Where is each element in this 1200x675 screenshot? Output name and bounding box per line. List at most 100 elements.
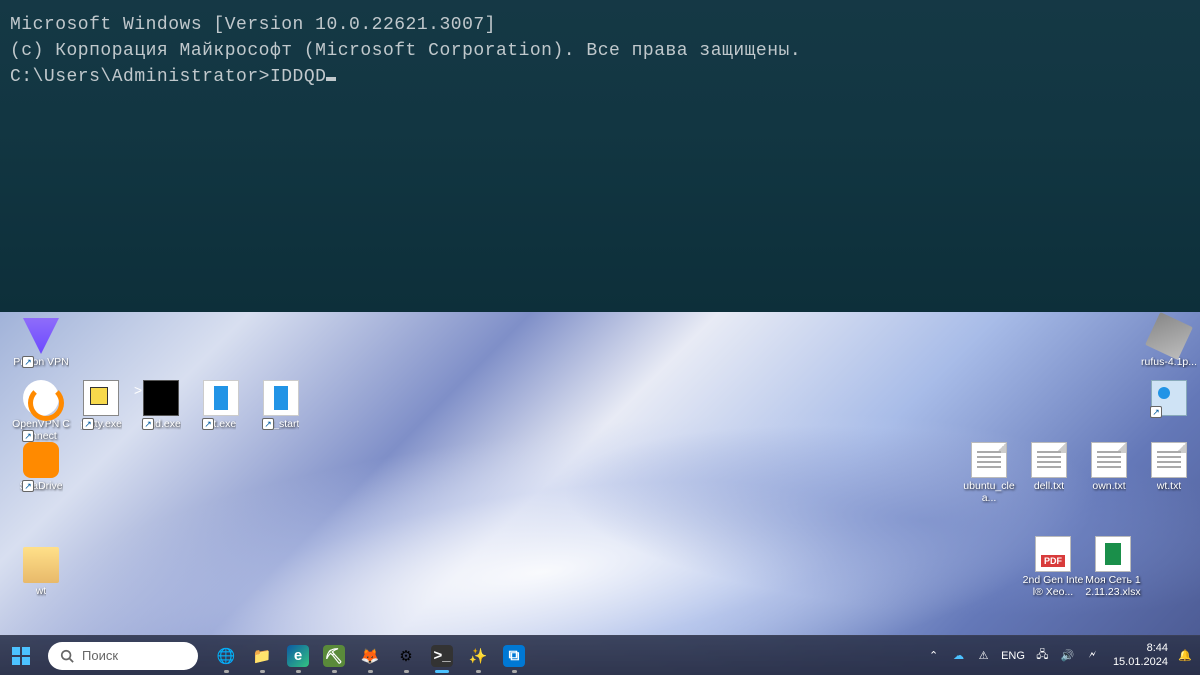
terminal-input[interactable]: IDDQD <box>270 67 327 87</box>
taskbar-apps: 🌐 📁 e ⛏ 🦊 ⚙ >_ ✨ ⧉ <box>208 636 532 675</box>
clock-date: 15.01.2024 <box>1113 656 1168 669</box>
tray-chevron[interactable]: ⌃ <box>921 636 946 675</box>
active-indicator <box>296 670 301 673</box>
icon-label: rufus-4.1p... <box>1141 356 1197 368</box>
terminal-window[interactable]: Microsoft Windows [Version 10.0.22621.30… <box>0 0 1200 312</box>
shortcut-arrow-icon: ↗ <box>22 430 34 442</box>
tray-language[interactable]: ENG <box>996 636 1030 675</box>
edge-alt-icon: 🌐 <box>215 645 237 667</box>
tray-onedrive[interactable]: ☁ <box>946 636 971 675</box>
shortcut-arrow-icon: ↗ <box>1150 406 1162 418</box>
shield-icon: ⚠ <box>976 648 991 663</box>
desktop-icon-cmd[interactable]: ↗cmd.exe <box>130 380 192 430</box>
desktop-icon-wt-folder[interactable]: wt <box>10 547 72 597</box>
terminal-prompt: C:\Users\Administrator> <box>10 67 270 87</box>
taskbar-app-edge[interactable]: e <box>280 636 316 675</box>
network-icon: 🖧 <box>1035 648 1050 663</box>
active-indicator <box>404 670 409 673</box>
firefox-icon: 🦊 <box>359 645 381 667</box>
icon-label: OpenVPN Connect <box>10 418 72 442</box>
taskbar-app-terminal[interactable]: >_ <box>424 636 460 675</box>
desktop-icon-openvpn-connect[interactable]: ↗OpenVPN Connect <box>10 380 72 442</box>
terminal-line: Microsoft Windows [Version 10.0.22621.30… <box>10 12 1190 38</box>
icon-label: ubuntu_clea... <box>958 480 1020 504</box>
terminal-icon: >_ <box>431 645 453 667</box>
desktop-icon-rufus[interactable]: rufus-4.1p... <box>1138 318 1200 368</box>
active-indicator <box>512 670 517 673</box>
shortcut-arrow-icon: ↗ <box>22 356 34 368</box>
notifications-button[interactable]: 🔔 <box>1176 636 1194 675</box>
seadrive-icon <box>23 442 59 478</box>
icon-label: Моя Сеть 12.11.23.xlsx <box>1082 574 1144 598</box>
desktop-icon-xlsx-network[interactable]: Моя Сеть 12.11.23.xlsx <box>1082 536 1144 598</box>
shortcut-arrow-icon: ↗ <box>262 418 274 430</box>
desktop-icon-proton-vpn[interactable]: ↗Proton VPN <box>10 318 72 368</box>
clock-time: 8:44 <box>1147 642 1168 655</box>
shortcut-arrow-icon: ↗ <box>22 480 34 492</box>
dell-txt-icon <box>1031 442 1067 478</box>
volume-icon: 🔊 <box>1060 648 1075 663</box>
vscode-icon: ⧉ <box>503 645 525 667</box>
desktop-icon-own-txt[interactable]: own.txt <box>1078 442 1140 492</box>
tray-security[interactable]: ⚠ <box>971 636 996 675</box>
rufus-icon <box>1145 312 1193 360</box>
start-button[interactable] <box>0 636 42 675</box>
desktop-icon-dell-txt[interactable]: dell.txt <box>1018 442 1080 492</box>
language-indicator: ENG <box>1001 650 1025 662</box>
own-txt-icon <box>1091 442 1127 478</box>
terminal-cursor <box>326 77 336 81</box>
tray-battery[interactable]: 🗲 <box>1080 636 1105 675</box>
icon-label: wt.txt <box>1157 480 1182 492</box>
cmd-icon <box>143 380 179 416</box>
taskbar-app-minecraft[interactable]: ⛏ <box>316 636 352 675</box>
pdf-xeon-icon <box>1035 536 1071 572</box>
wt-txt-icon <box>1151 442 1187 478</box>
wt-folder-icon <box>23 547 59 583</box>
terminal-line: (c) Корпорация Майкрософт (Microsoft Cor… <box>10 38 1190 64</box>
desktop-icon-wt-start[interactable]: ↗wt_start <box>250 380 312 430</box>
tray-network[interactable]: 🖧 <box>1030 636 1055 675</box>
taskbar-clock[interactable]: 8:44 15.01.2024 <box>1105 642 1176 668</box>
desktop-icon-wt-txt[interactable]: wt.txt <box>1138 442 1200 492</box>
edge-icon: e <box>287 645 309 667</box>
settings-icon: ⚙ <box>395 645 417 667</box>
ubuntu-clean-icon <box>971 442 1007 478</box>
taskbar-app-vscode[interactable]: ⧉ <box>496 636 532 675</box>
active-indicator <box>332 670 337 673</box>
taskbar-app-edge-alt[interactable]: 🌐 <box>208 636 244 675</box>
tray-volume[interactable]: 🔊 <box>1055 636 1080 675</box>
active-indicator <box>260 670 265 673</box>
active-indicator <box>368 670 373 673</box>
icon-label: dell.txt <box>1034 480 1064 492</box>
xlsx-network-icon <box>1095 536 1131 572</box>
desktop-icon-control-panel[interactable]: ↗ <box>1138 380 1200 418</box>
wt-start-icon <box>263 380 299 416</box>
taskbar-app-copilot[interactable]: ✨ <box>460 636 496 675</box>
icon-label: wt <box>36 585 47 597</box>
taskbar-app-settings[interactable]: ⚙ <box>388 636 424 675</box>
taskbar-search[interactable]: Поиск <box>48 642 198 670</box>
desktop-icon-seadrive[interactable]: ↗SeaDrive <box>10 442 72 492</box>
battery-icon: 🗲 <box>1085 648 1100 663</box>
shortcut-arrow-icon: ↗ <box>142 418 154 430</box>
taskbar-app-file-explorer[interactable]: 📁 <box>244 636 280 675</box>
desktop-icon-wt-exe[interactable]: ↗wt.exe <box>190 380 252 430</box>
minecraft-icon: ⛏ <box>323 645 345 667</box>
shortcut-arrow-icon: ↗ <box>202 418 214 430</box>
proton-vpn-icon <box>23 318 59 354</box>
windows-logo-icon <box>12 647 30 665</box>
file-explorer-icon: 📁 <box>251 645 273 667</box>
desktop-icon-putty[interactable]: ↗putty.exe <box>70 380 132 430</box>
icon-label: own.txt <box>1092 480 1125 492</box>
taskbar-app-firefox[interactable]: 🦊 <box>352 636 388 675</box>
putty-icon <box>83 380 119 416</box>
taskbar: Поиск 🌐 📁 e ⛏ 🦊 ⚙ >_ ✨ ⧉ ⌃ ☁ ⚠ ENG 🖧 🔊 🗲 8:44 15… <box>0 635 1200 675</box>
bell-icon: 🔔 <box>1178 649 1192 662</box>
terminal-prompt-line[interactable]: C:\Users\Administrator>IDDQD <box>10 64 1190 90</box>
desktop-icon-pdf-xeon[interactable]: 2nd Gen Intel® Xeo... <box>1022 536 1084 598</box>
desktop-icon-ubuntu-clean[interactable]: ubuntu_clea... <box>958 442 1020 504</box>
system-tray: ⌃ ☁ ⚠ ENG 🖧 🔊 🗲 8:44 15.01.2024 🔔 <box>921 636 1200 675</box>
wt-exe-icon <box>203 380 239 416</box>
search-icon <box>60 649 74 663</box>
icon-label: 2nd Gen Intel® Xeo... <box>1022 574 1084 598</box>
